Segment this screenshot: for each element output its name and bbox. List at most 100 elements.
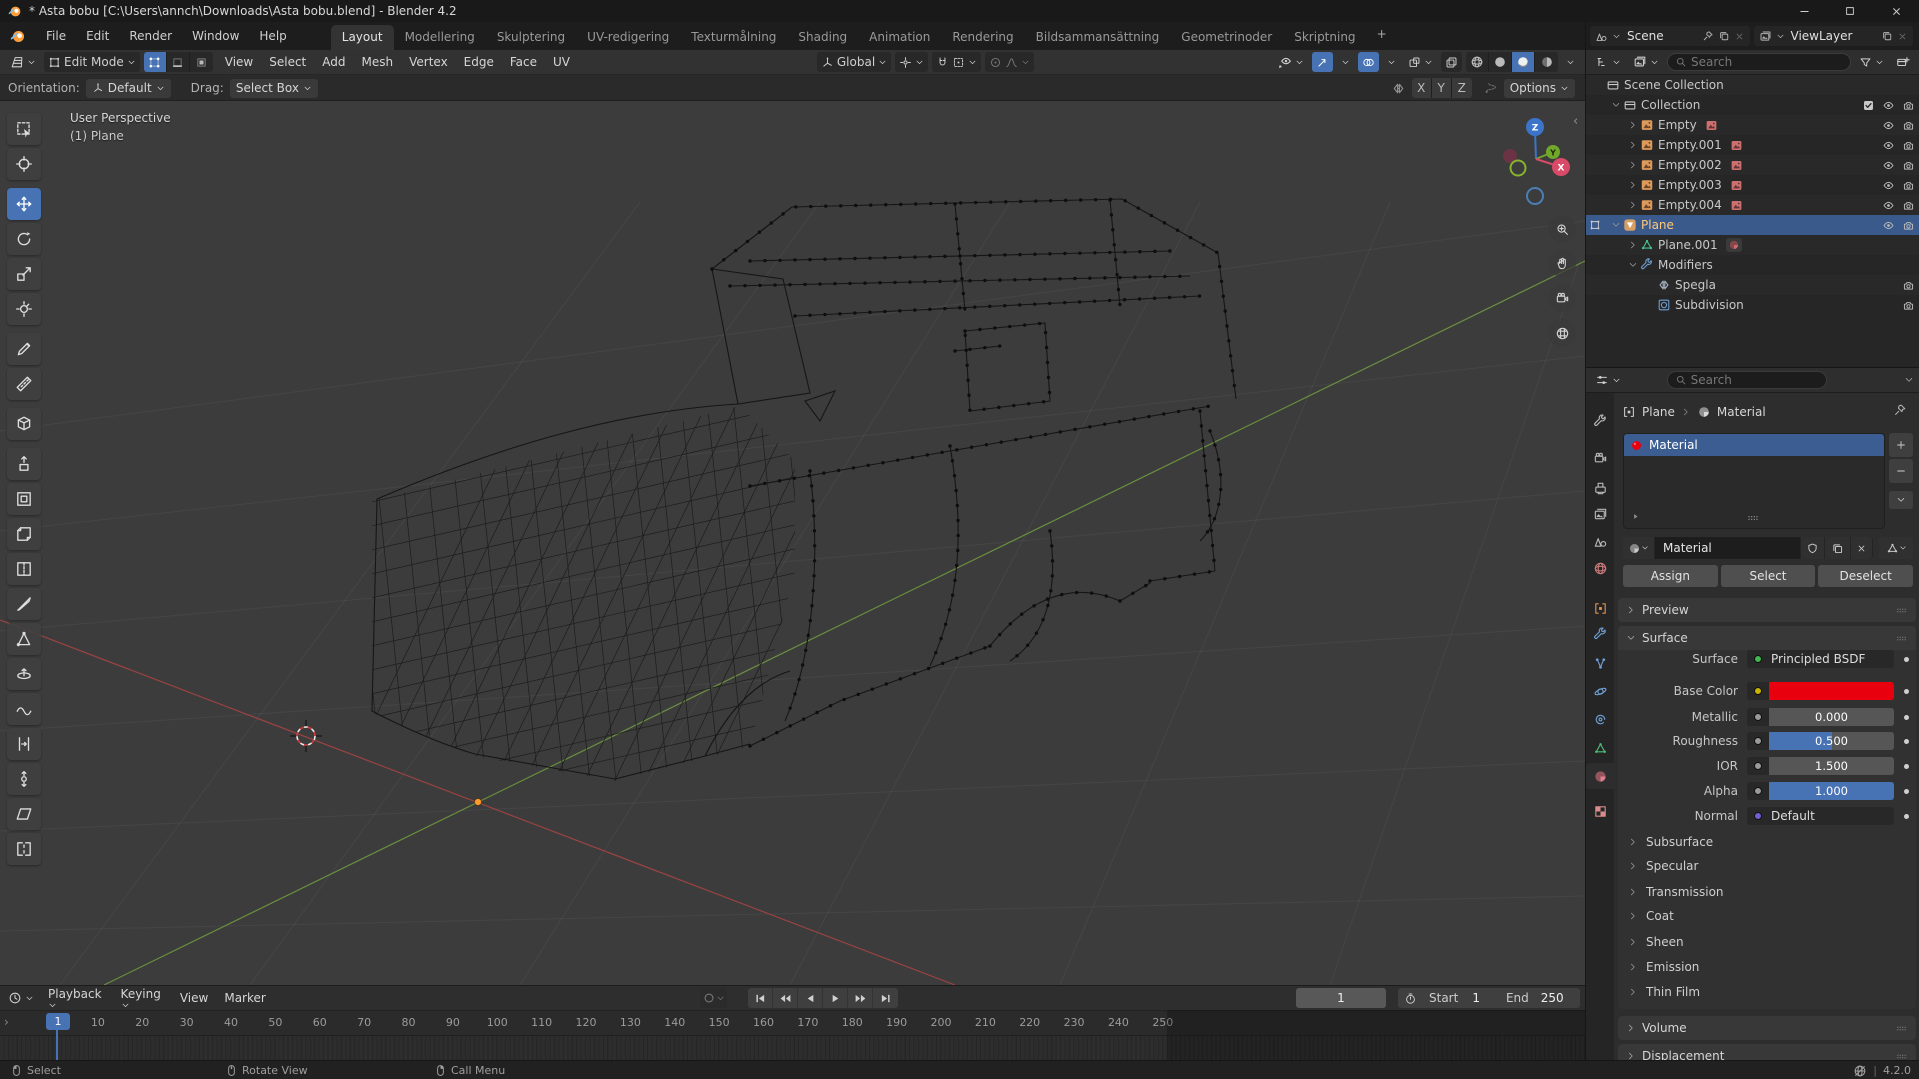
properties-tab-object[interactable] bbox=[1586, 595, 1614, 621]
preview-panel-header[interactable]: Preview bbox=[1618, 598, 1916, 622]
mirror-z-button[interactable]: Z bbox=[1451, 78, 1472, 98]
current-frame-field[interactable]: 1 bbox=[1296, 988, 1386, 1008]
camera-icon[interactable] bbox=[1902, 99, 1915, 112]
jump-to-start-button[interactable] bbox=[748, 988, 773, 1008]
workspace-tab-shading[interactable]: Shading bbox=[787, 25, 858, 50]
scene-selector[interactable]: Scene bbox=[1590, 26, 1750, 46]
gizmo-toggle[interactable] bbox=[1312, 52, 1334, 72]
current-frame-badge[interactable]: 1 bbox=[46, 1013, 70, 1030]
properties-tab-material[interactable] bbox=[1586, 763, 1614, 789]
add-workspace-button[interactable]: + bbox=[1367, 22, 1397, 50]
surface-subsection-coat[interactable]: Coat bbox=[1628, 905, 1674, 927]
menu-edit[interactable]: Edit bbox=[76, 29, 119, 43]
tool-cursor[interactable] bbox=[7, 148, 41, 180]
surface-subsection-transmission[interactable]: Transmission bbox=[1628, 881, 1724, 903]
jump-to-end-button[interactable] bbox=[873, 988, 898, 1008]
outliner-row-subdivision[interactable]: Subdivision bbox=[1586, 295, 1919, 315]
viewport-menu-vertex[interactable]: Vertex bbox=[401, 55, 456, 69]
slider[interactable]: 1.500 bbox=[1769, 757, 1894, 775]
viewport-menu-mesh[interactable]: Mesh bbox=[354, 55, 402, 69]
workspace-tab-bildsammansättning[interactable]: Bildsammansättning bbox=[1025, 25, 1171, 50]
properties-tab-texture[interactable] bbox=[1586, 798, 1614, 824]
surface-subsection-thin-film[interactable]: Thin Film bbox=[1628, 981, 1700, 1003]
outliner-row-collection[interactable]: Collection bbox=[1586, 95, 1919, 115]
camera-icon[interactable] bbox=[1902, 219, 1915, 232]
properties-tab-particles[interactable] bbox=[1586, 650, 1614, 676]
workspace-tab-geometrinoder[interactable]: Geometrinoder bbox=[1170, 25, 1283, 50]
properties-tab-constraints[interactable] bbox=[1586, 706, 1614, 732]
mirror-icon[interactable] bbox=[1391, 81, 1406, 96]
select-button[interactable]: Select bbox=[1720, 565, 1816, 587]
tool-edge-slide[interactable] bbox=[7, 728, 41, 760]
minimize-button[interactable] bbox=[1781, 0, 1827, 22]
viewport-menu-edge[interactable]: Edge bbox=[456, 55, 502, 69]
xray-dropdown[interactable] bbox=[1404, 52, 1437, 72]
outliner-display-mode-dropdown[interactable] bbox=[1591, 52, 1625, 72]
grip-handle[interactable] bbox=[1895, 632, 1908, 645]
mode-dropdown[interactable]: Edit Mode bbox=[44, 52, 140, 72]
animate-dot[interactable] bbox=[1904, 715, 1909, 720]
mirror-y-button[interactable]: Y bbox=[1431, 78, 1452, 98]
browse-material-dropdown[interactable] bbox=[1623, 537, 1655, 559]
properties-editor-type-button[interactable] bbox=[1591, 370, 1625, 390]
pin-icon[interactable] bbox=[1893, 403, 1907, 417]
socket-button[interactable] bbox=[1747, 650, 1769, 668]
property-widget-base-color[interactable] bbox=[1747, 682, 1894, 700]
viewport-menu-select[interactable]: Select bbox=[261, 55, 314, 69]
viewport-menu-add[interactable]: Add bbox=[314, 55, 353, 69]
shading-dropdown[interactable] bbox=[1562, 52, 1579, 72]
eye-icon[interactable] bbox=[1882, 139, 1895, 152]
animate-dot[interactable] bbox=[1904, 764, 1909, 769]
slider[interactable]: 1.000 bbox=[1769, 782, 1894, 800]
property-widget-normal[interactable]: Default bbox=[1747, 807, 1894, 825]
overlays-dropdown[interactable] bbox=[1383, 52, 1400, 72]
material-name-field[interactable]: Material bbox=[1655, 537, 1801, 559]
tool-inset-faces[interactable] bbox=[7, 483, 41, 515]
property-widget-roughness[interactable]: 0.500 bbox=[1747, 732, 1894, 750]
menu-help[interactable]: Help bbox=[249, 29, 296, 43]
gizmo-dropdown[interactable] bbox=[1337, 52, 1354, 72]
outliner-search-input[interactable]: Search bbox=[1667, 53, 1851, 71]
camera-icon[interactable] bbox=[1902, 139, 1915, 152]
tool-add-cube[interactable] bbox=[7, 408, 41, 440]
properties-tab-view-layer[interactable] bbox=[1586, 501, 1614, 527]
animate-dot[interactable] bbox=[1904, 739, 1909, 744]
breadcrumb-object[interactable]: Plane bbox=[1642, 405, 1675, 419]
timeline-menu-view[interactable]: View bbox=[172, 991, 216, 1005]
menu-window[interactable]: Window bbox=[182, 29, 249, 43]
slider[interactable]: 0.500 bbox=[1769, 732, 1894, 750]
playhead-line[interactable] bbox=[56, 1030, 58, 1060]
outliner-row-plane-001[interactable]: Plane.001 bbox=[1586, 235, 1919, 255]
pin-icon[interactable] bbox=[1700, 30, 1716, 42]
tool-measure[interactable] bbox=[7, 368, 41, 400]
expander-down-icon[interactable] bbox=[1609, 220, 1623, 230]
animate-dot[interactable] bbox=[1904, 789, 1909, 794]
timeline-menu-marker[interactable]: Marker bbox=[216, 991, 273, 1005]
navigation-gizmo[interactable]: Z Y X bbox=[1503, 118, 1570, 205]
eye-icon[interactable] bbox=[1882, 199, 1895, 212]
tool-rotate[interactable] bbox=[7, 223, 41, 255]
property-widget-ior[interactable]: 1.500 bbox=[1747, 757, 1894, 775]
eye-icon[interactable] bbox=[1882, 179, 1895, 192]
outliner-row-plane[interactable]: Plane bbox=[1586, 215, 1919, 235]
tool-options-dropdown[interactable]: Options bbox=[1503, 78, 1575, 98]
animate-dot[interactable] bbox=[1904, 814, 1909, 819]
workspace-tab-animation[interactable]: Animation bbox=[858, 25, 941, 50]
unlink-material-button[interactable] bbox=[1851, 537, 1873, 559]
timeline-expand-chevron[interactable]: › bbox=[4, 1015, 9, 1029]
eye-icon[interactable] bbox=[1882, 99, 1895, 112]
delete-scene-button[interactable] bbox=[1732, 31, 1747, 42]
play-button[interactable] bbox=[823, 988, 848, 1008]
breadcrumb-datablock[interactable]: Material bbox=[1717, 405, 1766, 419]
surface-subsection-specular[interactable]: Specular bbox=[1628, 855, 1698, 877]
tool-loop-cut[interactable] bbox=[7, 553, 41, 585]
workspace-tab-texturmålning[interactable]: Texturmålning bbox=[680, 25, 787, 50]
socket-button[interactable] bbox=[1747, 682, 1769, 700]
camera-icon[interactable] bbox=[1902, 159, 1915, 172]
vertex-select-button[interactable] bbox=[143, 52, 167, 72]
tool-knife[interactable] bbox=[7, 588, 41, 620]
tool-select-box[interactable] bbox=[7, 113, 41, 145]
auto-keying-toggle[interactable] bbox=[700, 988, 727, 1008]
surface-subsection-subsurface[interactable]: Subsurface bbox=[1628, 831, 1713, 853]
socket-button[interactable] bbox=[1747, 782, 1769, 800]
